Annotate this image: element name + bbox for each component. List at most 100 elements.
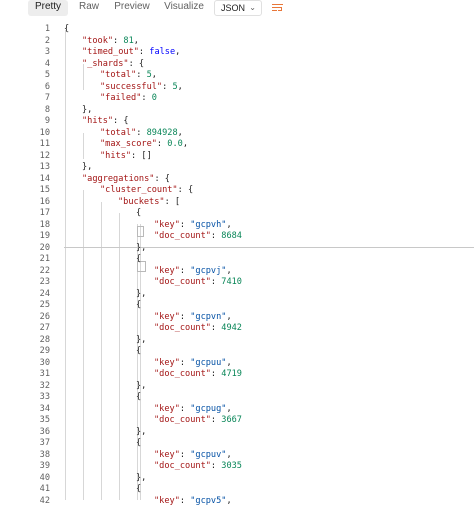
- code-token: {: [136, 438, 142, 448]
- format-select[interactable]: JSON ⌄: [214, 0, 262, 16]
- code-line: 1{: [0, 24, 474, 36]
- code-text: },: [82, 162, 92, 174]
- code-token: {: [136, 300, 142, 310]
- code-token: :: [210, 323, 222, 333]
- line-number: 38: [39, 449, 50, 460]
- code-token: 3035: [221, 461, 242, 471]
- code-token: "timed_out": [82, 47, 139, 57]
- code-text: },: [136, 381, 146, 393]
- code-token: "gcpuu": [190, 357, 227, 368]
- code-token: {: [136, 346, 142, 356]
- code-line: 32},: [0, 381, 474, 393]
- code-token: 4719: [221, 369, 242, 379]
- line-number: 40: [39, 472, 50, 483]
- code-token: ,: [226, 449, 232, 460]
- line-number: 19: [39, 231, 50, 241]
- line-number: 22: [39, 265, 50, 276]
- code-token: :: [179, 219, 191, 230]
- code-token: :: [210, 231, 222, 241]
- code-text: "max_score": 0.0,: [100, 139, 188, 151]
- code-token: 81: [123, 35, 134, 46]
- code-token: },: [136, 288, 147, 299]
- line-number: 20: [39, 242, 50, 253]
- code-token: :: [179, 357, 191, 368]
- code-token: ,: [226, 219, 232, 230]
- code-text: "doc_count": 8684: [154, 231, 242, 243]
- code-text: "key": "gcpvh",: [154, 220, 232, 232]
- line-number: 27: [39, 323, 50, 333]
- line-number: 9: [44, 116, 50, 126]
- code-token: 0: [151, 93, 157, 103]
- chevron-down-icon: ⌄: [249, 3, 256, 12]
- code-line: 18 "key": "gcpvh",: [0, 220, 474, 232]
- code-token: 8684: [221, 231, 242, 241]
- code-text: {: [136, 392, 141, 404]
- code-line: 35 "doc_count": 3667: [0, 415, 474, 427]
- code-token: "doc_count": [154, 323, 211, 333]
- code-token: :: [156, 139, 168, 149]
- code-text: "doc_count": 7410: [154, 277, 242, 289]
- code-token: {: [136, 484, 142, 494]
- code-token: : {: [177, 185, 194, 195]
- tab-visualize[interactable]: Visualize: [160, 0, 208, 16]
- code-token: },: [136, 380, 147, 391]
- code-token: ,: [177, 127, 183, 138]
- line-number: 18: [39, 219, 50, 230]
- format-select-value: JSON: [221, 3, 246, 13]
- code-token: :: [136, 70, 147, 80]
- code-token: ,: [151, 70, 157, 80]
- tab-pretty[interactable]: Pretty: [28, 0, 68, 16]
- response-body-editor[interactable]: 1{2 "took": 81, 3 "timed_out": false, 4 "_sha…: [0, 18, 474, 515]
- line-number: 7: [44, 93, 50, 103]
- code-token: "successful": [100, 81, 163, 92]
- code-text: "buckets": [: [118, 197, 180, 209]
- code-text: "doc_count": 3035: [154, 461, 242, 473]
- code-text: "hits": []: [100, 151, 152, 163]
- code-text: "doc_count": 4942: [154, 323, 242, 335]
- code-token: "key": [154, 403, 180, 414]
- code-token: : [: [164, 196, 181, 207]
- code-token: :: [162, 81, 173, 92]
- code-line: 42 "key": "gcpv5",: [0, 496, 474, 508]
- line-number: 8: [44, 104, 50, 115]
- code-token: ,: [226, 495, 232, 506]
- code-line: 20},: [0, 243, 474, 255]
- code-text: {: [136, 300, 141, 312]
- code-line: 26 "key": "gcpvn",: [0, 312, 474, 324]
- tab-preview[interactable]: Preview: [110, 0, 154, 16]
- code-token: "gcpuv": [190, 449, 227, 460]
- code-line: 38 "key": "gcpuv",: [0, 450, 474, 462]
- wrap-lines-button[interactable]: [268, 0, 288, 16]
- code-line: 3 "timed_out": false,: [0, 47, 474, 59]
- code-line: 22 "key": "gcpvj",: [0, 266, 474, 278]
- line-number: 32: [39, 380, 50, 391]
- code-token: : {: [113, 116, 129, 126]
- line-number: 2: [44, 35, 50, 46]
- code-line: 19 "doc_count": 8684: [0, 231, 474, 243]
- code-token: },: [82, 104, 93, 115]
- code-text: {: [64, 24, 69, 36]
- code-token: ,: [182, 139, 188, 149]
- code-token: "buckets": [118, 196, 165, 207]
- line-number: 42: [39, 495, 50, 506]
- code-token: ,: [226, 357, 232, 368]
- code-line: 24},: [0, 289, 474, 301]
- code-text: "total": 5,: [100, 70, 157, 82]
- code-line: 37 {: [0, 438, 474, 450]
- code-line: 30 "key": "gcpuu",: [0, 358, 474, 370]
- code-text: {: [136, 484, 141, 496]
- code-token: "doc_count": [154, 231, 211, 241]
- line-number: 3: [44, 47, 50, 57]
- tab-raw[interactable]: Raw: [72, 0, 106, 16]
- line-number: 10: [39, 127, 50, 138]
- code-line: 5 "total": 5,: [0, 70, 474, 82]
- code-text: "key": "gcpuv",: [154, 450, 232, 462]
- line-number: 34: [39, 403, 50, 414]
- code-token: "gcpvn": [190, 311, 227, 322]
- code-text: {: [136, 254, 141, 266]
- code-text: "timed_out": false,: [82, 47, 180, 59]
- code-token: "gcpvh": [190, 219, 227, 230]
- code-line: 17 {: [0, 208, 474, 220]
- code-token: "key": [154, 265, 180, 276]
- code-token: "aggregations": [82, 173, 155, 184]
